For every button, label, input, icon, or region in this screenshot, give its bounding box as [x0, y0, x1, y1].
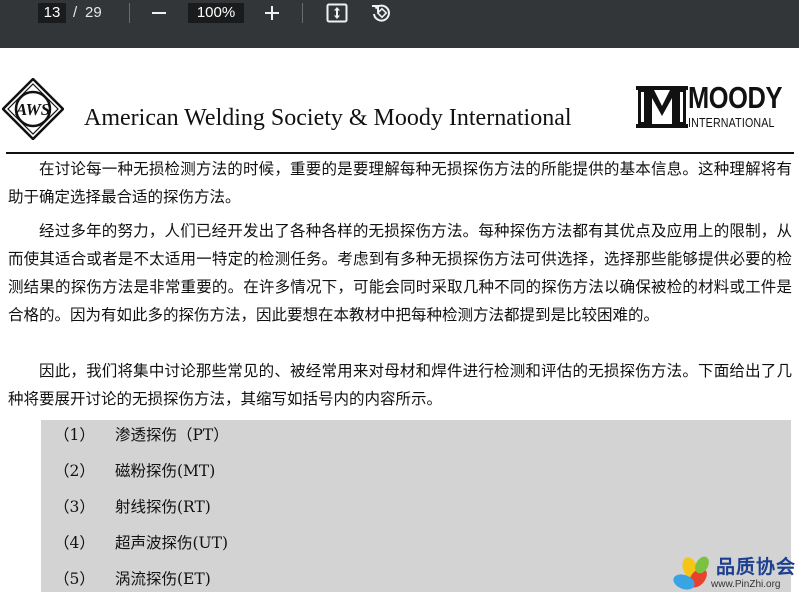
zoom-out-button[interactable]: [145, 0, 173, 26]
aws-logo: AWS: [2, 78, 64, 140]
toolbar-divider: [129, 3, 130, 23]
page-total: 29: [85, 4, 102, 21]
page-separator: /: [73, 4, 78, 21]
list-item-label: 磁粉探伤(MT): [115, 462, 216, 480]
toolbar-divider: [302, 3, 303, 23]
list-item-label: 渗透探伤（PT）: [115, 426, 229, 444]
list-item: （1） 渗透探伤（PT）: [41, 423, 791, 459]
zoom-level-input[interactable]: 100%: [188, 3, 244, 23]
list-item-number: （3）: [54, 498, 95, 516]
plus-icon: [265, 6, 279, 20]
list-item-label: 超声波探伤(UT): [115, 534, 228, 552]
document-header-title: American Welding Society & Moody Interna…: [84, 105, 572, 131]
header-divider: [6, 152, 794, 154]
rotate-icon: [372, 4, 390, 22]
list-item-number: （4）: [54, 534, 95, 552]
list-item-number: （5）: [54, 570, 95, 588]
watermark-url: www.PinZhi.org: [711, 579, 781, 590]
list-item-number: （2）: [54, 462, 95, 480]
watermark-name: 品质协会: [716, 556, 797, 578]
moody-logo-text: MOODY: [688, 80, 782, 115]
fit-page-button[interactable]: [323, 0, 351, 26]
list-item-label: 射线探伤(RT): [115, 498, 211, 516]
zoom-in-button[interactable]: [258, 0, 286, 26]
list-item-label: 涡流探伤(ET): [115, 570, 211, 588]
list-item-number: （1）: [54, 426, 95, 444]
minus-icon: [152, 12, 166, 14]
list-item: （2） 磁粉探伤(MT): [41, 459, 791, 495]
page-number-input[interactable]: 13: [38, 3, 66, 23]
moody-logo-subtext: INTERNATIONAL: [688, 115, 775, 130]
paragraph-3: 因此，我们将集中讨论那些常见的、被经常用来对母材和焊件进行检测和评估的无损探伤方…: [8, 362, 792, 408]
pdf-toolbar: 13 / 29 100%: [0, 0, 799, 48]
fit-page-icon: [326, 3, 348, 23]
paragraph-2: 经过多年的努力，人们已经开发出了各种各样的无损探伤方法。每种探伤方法都有其优点及…: [8, 222, 792, 324]
document-page: AWS American Welding Society & Moody Int…: [0, 48, 799, 597]
aws-logo-text: AWS: [15, 100, 50, 119]
paragraph-1: 在讨论每一种无损检测方法的时候，重要的是要理解每种无损探伤方法的所能提供的基本信…: [8, 160, 792, 206]
list-item: （3） 射线探伤(RT): [41, 495, 791, 531]
rotate-button[interactable]: [367, 0, 395, 26]
